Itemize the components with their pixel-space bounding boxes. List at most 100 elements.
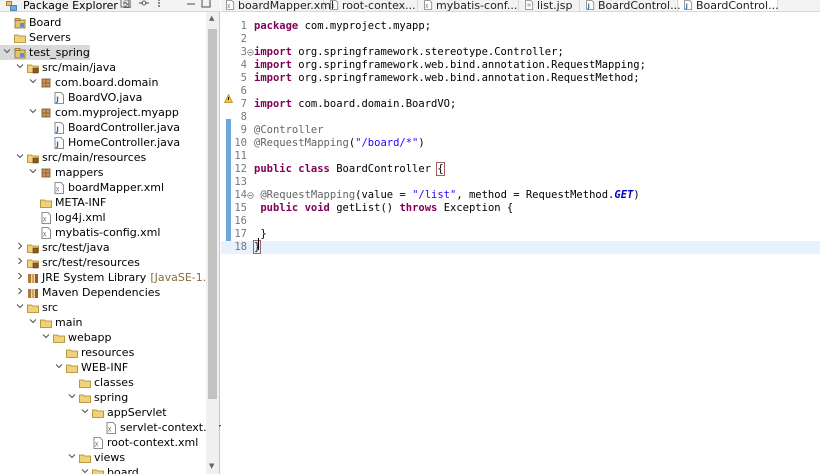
tree-item-label: main — [55, 316, 83, 329]
tree-item[interactable]: src/test/resources — [0, 255, 140, 270]
chevron-right-icon[interactable] — [15, 285, 25, 300]
line-number: 17 — [234, 228, 247, 240]
code-line[interactable]: 3 import org.springframework.stereotype.C… — [221, 46, 820, 59]
code-line[interactable]: 6 — [221, 85, 820, 98]
chevron-right-icon[interactable] — [15, 240, 25, 255]
code-line[interactable]: 8 — [221, 111, 820, 124]
tree-item[interactable]: test_spring — [0, 45, 90, 60]
chevron-down-icon[interactable] — [67, 450, 77, 465]
tree-item[interactable]: Xlog4j.xml — [0, 210, 106, 225]
folder-icon — [53, 332, 65, 344]
line-number: 9 — [240, 124, 247, 136]
tree-item[interactable]: appServlet — [0, 405, 167, 420]
code-line[interactable]: 7 import com.board.domain.BoardVO; — [221, 98, 820, 111]
editor-tab[interactable]: J BoardControl... — [581, 0, 681, 11]
tree-item[interactable]: src — [0, 300, 58, 315]
tree-item[interactable]: views — [0, 450, 125, 465]
tree-item[interactable]: XboardMapper.xml — [0, 180, 164, 195]
code-line[interactable]: 17 } — [221, 228, 820, 241]
code-line[interactable]: 4 import org.springframework.web.bind.ann… — [221, 59, 820, 72]
svg-text:X: X — [108, 426, 112, 433]
svg-text:J: J — [587, 4, 590, 10]
chevron-down-icon[interactable] — [28, 105, 38, 120]
chevron-right-icon[interactable] — [15, 255, 25, 270]
tree-item-label: views — [94, 451, 126, 464]
editor-tab[interactable]: list.jsp — [520, 0, 580, 11]
code-line[interactable]: 12 public class BoardController { — [221, 162, 820, 176]
code-token: ) — [633, 189, 640, 201]
tree-item[interactable]: Maven Dependencies — [0, 285, 160, 300]
line-number: 5 — [240, 72, 247, 84]
tree-item[interactable]: webapp — [0, 330, 111, 345]
link-with-editor-icon[interactable] — [138, 0, 150, 11]
code-line[interactable]: 11 — [221, 150, 820, 163]
tree-item[interactable]: J BoardVO.java — [0, 90, 142, 105]
chevron-down-icon[interactable] — [15, 150, 25, 165]
tree-item[interactable]: classes — [0, 375, 134, 390]
chevron-down-icon[interactable] — [2, 45, 12, 60]
tree-item[interactable]: Board — [0, 15, 61, 30]
chevron-down-icon[interactable] — [28, 315, 38, 330]
tree-item[interactable]: Servers — [0, 30, 71, 45]
tree-item[interactable]: Xroot-context.xml — [0, 435, 198, 450]
code-line[interactable]: 16 — [221, 215, 820, 228]
java-editor[interactable]: 1 package com.myproject.myapp; 2 3 import or… — [221, 13, 820, 474]
chevron-down-icon[interactable] — [80, 405, 90, 420]
maximize-icon[interactable] — [201, 0, 211, 11]
chevron-down-icon[interactable] — [54, 360, 64, 375]
tree-item[interactable]: com.myproject.myapp — [0, 105, 179, 120]
code-line[interactable]: 14 @RequestMapping(value = "/list", meth… — [221, 189, 820, 202]
tree-item[interactable]: src/main/resources — [0, 150, 146, 165]
tree-item[interactable]: META-INF — [0, 195, 106, 210]
source-folder-icon — [27, 257, 39, 269]
chevron-down-icon[interactable] — [41, 330, 51, 345]
chevron-down-icon[interactable] — [15, 60, 25, 75]
tree-item[interactable]: JRE System Library [JavaSE-1.6] — [0, 270, 218, 285]
java-file-icon: J — [53, 91, 65, 104]
annotation-token: @Controller — [254, 124, 324, 136]
tree-item[interactable]: src/test/java — [0, 240, 110, 255]
tree-item[interactable]: src/main/java — [0, 60, 116, 75]
chevron-down-icon[interactable] — [67, 390, 77, 405]
package-explorer-tab[interactable]: Package Explorer ☒ — [0, 0, 135, 12]
scroll-down-icon[interactable]: ▼ — [209, 462, 214, 470]
tree-item[interactable]: J HomeController.java — [0, 135, 180, 150]
tree-item[interactable]: Xservlet-context.xml — [0, 420, 227, 435]
tree-item[interactable]: main — [0, 315, 82, 330]
editor-tab[interactable]: J BoardControl... — [679, 0, 779, 11]
editor-tab[interactable]: XboardMapper.xml — [221, 0, 334, 11]
chevron-right-icon[interactable] — [15, 270, 25, 285]
code-line[interactable]: 5 import org.springframework.web.bind.ann… — [221, 72, 820, 85]
collapse-all-icon[interactable] — [120, 0, 130, 11]
tree-item[interactable]: WEB-INF — [0, 360, 128, 375]
tree-item[interactable]: mappers — [0, 165, 103, 180]
chevron-down-icon[interactable] — [80, 465, 90, 474]
code-line[interactable]: 1 package com.myproject.myapp; — [221, 20, 820, 33]
scroll-up-icon[interactable]: ▲ — [209, 14, 214, 22]
scrollbar-thumb[interactable] — [208, 29, 217, 399]
code-line[interactable]: 10 @RequestMapping("/board/*") — [221, 137, 820, 150]
tree-item[interactable]: board — [0, 465, 139, 474]
code-line[interactable]: 18} — [221, 240, 820, 254]
tree-item[interactable]: com.board.domain — [0, 75, 158, 90]
code-line[interactable]: 15 public void getList() throws Exceptio… — [221, 202, 820, 215]
chevron-down-icon[interactable] — [28, 75, 38, 90]
tree-item[interactable]: Xmybatis-config.xml — [0, 225, 160, 240]
tree-item[interactable]: resources — [0, 345, 134, 360]
editor-tab[interactable]: Xroot-contex... — [325, 0, 418, 11]
editor-tab[interactable]: Xmybatis-conf... — [419, 0, 519, 11]
tree-item[interactable]: spring — [0, 390, 128, 405]
package-icon — [40, 107, 52, 119]
view-menu-icon[interactable] — [155, 0, 163, 11]
library-icon — [27, 272, 39, 284]
chevron-down-icon[interactable] — [28, 165, 38, 180]
code-line[interactable]: 13 — [221, 176, 820, 189]
folder-icon — [79, 392, 91, 404]
code-token: org.springframework.web.bind.annotation.… — [291, 59, 646, 71]
code-line[interactable]: 2 — [221, 33, 820, 46]
explorer-scrollbar[interactable]: ▲ ▼ — [206, 12, 219, 474]
code-line[interactable]: 9 @Controller — [221, 124, 820, 137]
minimize-icon[interactable] — [186, 0, 196, 11]
tree-item[interactable]: J BoardController.java — [0, 120, 180, 135]
chevron-down-icon[interactable] — [15, 300, 25, 315]
